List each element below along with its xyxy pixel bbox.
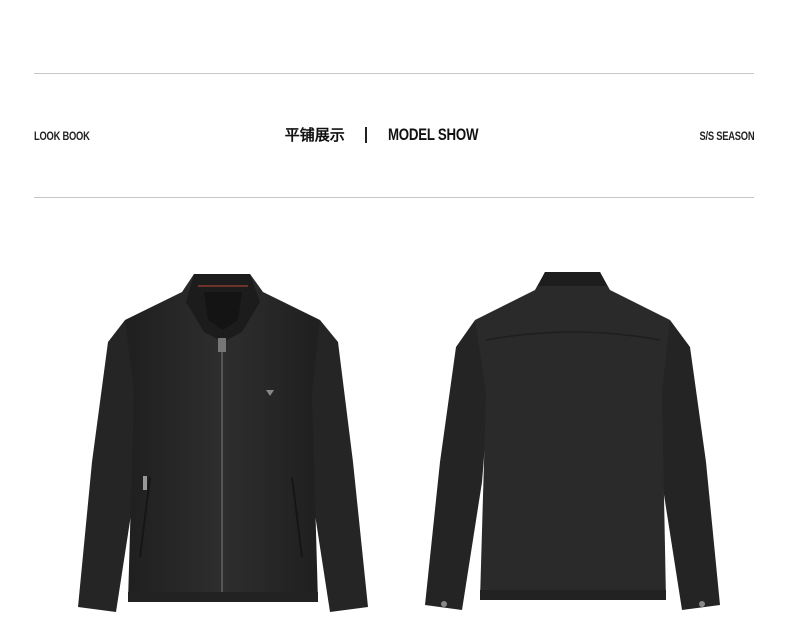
season-label: S/S SEASON (699, 129, 754, 143)
title-chinese: 平铺展示 (284, 126, 345, 144)
jacket-back-image (420, 262, 725, 618)
section-header: LOOK BOOK 平铺展示 MODEL SHOW S/S SEASON (34, 124, 754, 150)
top-divider (34, 73, 754, 74)
title-separator (365, 126, 368, 143)
section-title: 平铺展示 MODEL SHOW (34, 124, 754, 145)
title-english: MODEL SHOW (387, 124, 478, 144)
jacket-front-image (70, 262, 375, 618)
bottom-divider (34, 197, 754, 198)
